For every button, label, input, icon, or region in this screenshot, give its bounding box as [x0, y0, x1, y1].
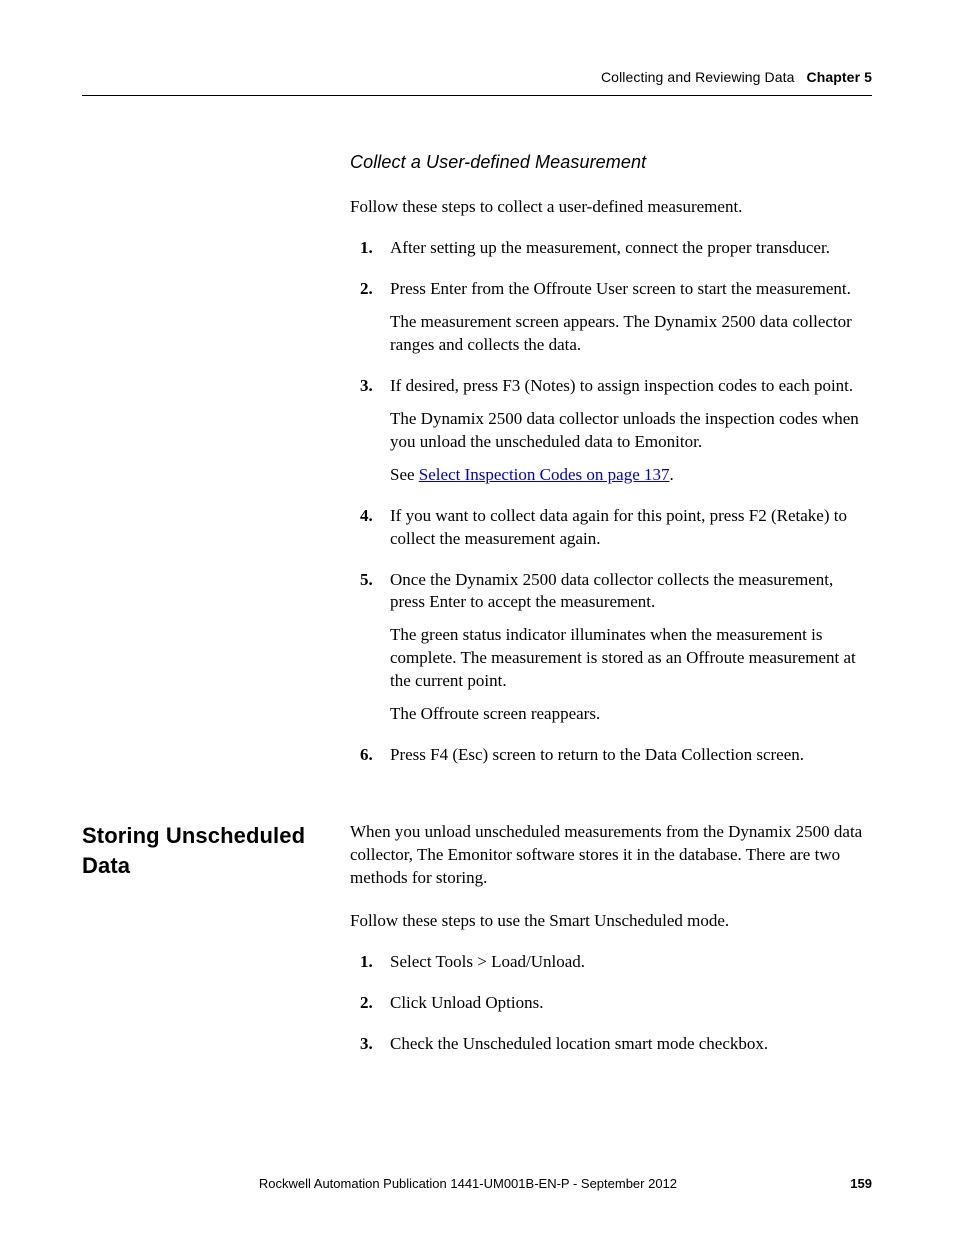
step-text: Press Enter from the Offroute User scree… — [390, 278, 872, 301]
running-header: Collecting and Reviewing Data Chapter 5 — [82, 68, 872, 87]
step-item: 3. Check the Unscheduled location smart … — [350, 1033, 872, 1056]
section-intro: When you unload unscheduled measurements… — [350, 821, 872, 890]
page: Collecting and Reviewing Data Chapter 5 … — [0, 0, 954, 1235]
header-section: Collecting and Reviewing Data — [601, 69, 795, 85]
section-lead: Follow these steps to use the Smart Unsc… — [350, 910, 872, 933]
step-number: 6. — [360, 744, 373, 767]
step-text: If you want to collect data again for th… — [390, 505, 872, 551]
step-text: If desired, press F3 (Notes) to assign i… — [390, 375, 872, 398]
see-suffix: . — [670, 465, 674, 484]
step-item: 3. If desired, press F3 (Notes) to assig… — [350, 375, 872, 487]
step-text: Press F4 (Esc) screen to return to the D… — [390, 744, 872, 767]
step-number: 2. — [360, 278, 373, 301]
content-column: Collect a User-defined Measurement Follo… — [350, 150, 872, 767]
step-text: After setting up the measurement, connec… — [390, 237, 872, 260]
section: Storing Unscheduled Data When you unload… — [82, 821, 872, 1074]
step-number: 5. — [360, 569, 373, 592]
subsection-heading: Collect a User-defined Measurement — [350, 150, 872, 174]
see-prefix: See — [390, 465, 419, 484]
page-footer: . Rockwell Automation Publication 1441-U… — [82, 1175, 872, 1193]
step-see: See Select Inspection Codes on page 137. — [390, 464, 872, 487]
step-number: 3. — [360, 375, 373, 398]
step-item: 6. Press F4 (Esc) screen to return to th… — [350, 744, 872, 767]
step-item: 4. If you want to collect data again for… — [350, 505, 872, 551]
footer-publication: Rockwell Automation Publication 1441-UM0… — [86, 1175, 851, 1193]
step-number: 3. — [360, 1033, 373, 1056]
step-number: 1. — [360, 951, 373, 974]
step-text: Click Unload Options. — [390, 992, 872, 1015]
step-note: The measurement screen appears. The Dyna… — [390, 311, 872, 357]
section-heading: Storing Unscheduled Data — [82, 821, 350, 1074]
step-item: 1. After setting up the measurement, con… — [350, 237, 872, 260]
header-rule — [82, 95, 872, 96]
step-note: The Dynamix 2500 data collector unloads … — [390, 408, 872, 454]
procedure-steps: 1. After setting up the measurement, con… — [350, 237, 872, 767]
intro-paragraph: Follow these steps to collect a user-def… — [350, 196, 872, 219]
section-body: When you unload unscheduled measurements… — [350, 821, 872, 1074]
step-number: 2. — [360, 992, 373, 1015]
cross-reference-link[interactable]: Select Inspection Codes on page 137 — [419, 465, 670, 484]
step-text: Select Tools > Load/Unload. — [390, 951, 872, 974]
step-item: 1. Select Tools > Load/Unload. — [350, 951, 872, 974]
step-note: The green status indicator illuminates w… — [390, 624, 872, 693]
step-item: 2. Press Enter from the Offroute User sc… — [350, 278, 872, 357]
header-chapter: Chapter 5 — [807, 69, 872, 85]
step-text: Check the Unscheduled location smart mod… — [390, 1033, 872, 1056]
step-item: 5. Once the Dynamix 2500 data collector … — [350, 569, 872, 727]
step-number: 4. — [360, 505, 373, 528]
step-number: 1. — [360, 237, 373, 260]
procedure-steps: 1. Select Tools > Load/Unload. 2. Click … — [350, 951, 872, 1056]
step-item: 2. Click Unload Options. — [350, 992, 872, 1015]
step-text: Once the Dynamix 2500 data collector col… — [390, 569, 872, 615]
footer-page-number: 159 — [850, 1175, 872, 1193]
step-note: The Offroute screen reappears. — [390, 703, 872, 726]
